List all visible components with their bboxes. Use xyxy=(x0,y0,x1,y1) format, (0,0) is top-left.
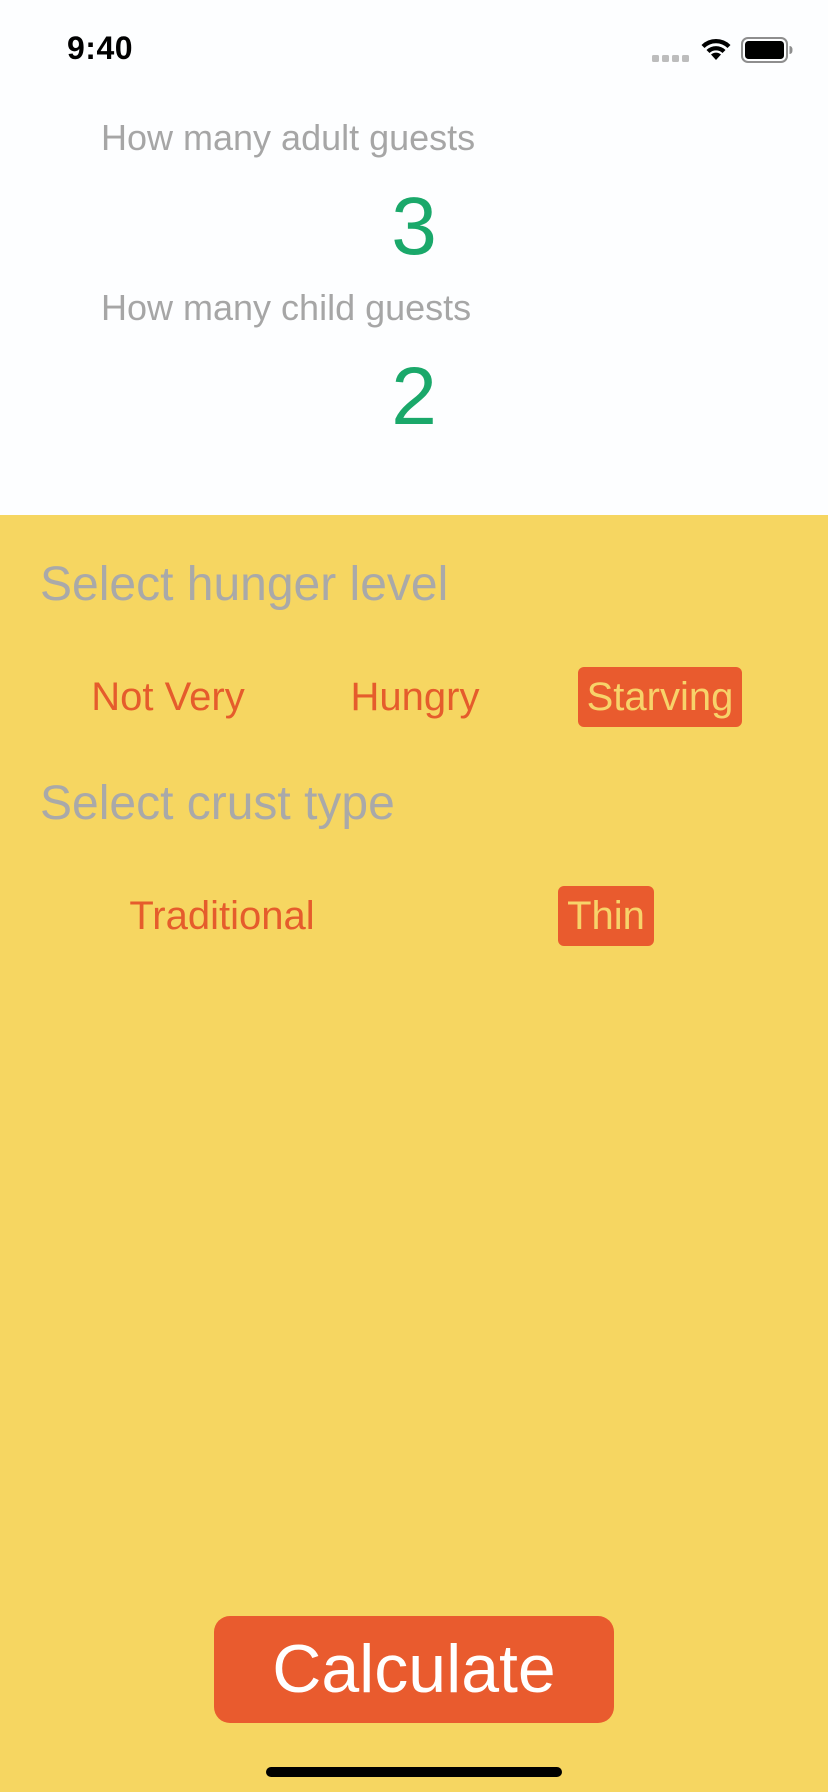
home-indicator[interactable] xyxy=(266,1767,562,1777)
hunger-option-not-very[interactable]: Not Very xyxy=(80,667,256,727)
hunger-option-hungry[interactable]: Hungry xyxy=(335,667,495,727)
crust-type-title: Select crust type xyxy=(40,777,395,830)
adult-guests-label: How many adult guests xyxy=(101,117,476,158)
signal-icon xyxy=(652,55,689,62)
hunger-option-starving[interactable]: Starving xyxy=(578,667,742,727)
crust-option-thin[interactable]: Thin xyxy=(558,886,654,946)
status-time: 9:40 xyxy=(67,30,134,66)
hunger-level-title: Select hunger level xyxy=(40,558,449,611)
child-guests-count[interactable]: 2 xyxy=(0,356,828,438)
calculate-button[interactable]: Calculate xyxy=(214,1616,614,1723)
adult-guests-count[interactable]: 3 xyxy=(0,186,828,268)
options-panel: Select hunger level Not Very Hungry Star… xyxy=(0,515,828,1792)
crust-option-traditional[interactable]: Traditional xyxy=(110,886,334,946)
battery-icon xyxy=(741,37,793,63)
child-guests-label: How many child guests xyxy=(101,287,472,328)
wifi-icon xyxy=(701,38,731,60)
status-bar: 9:40 xyxy=(0,0,828,100)
